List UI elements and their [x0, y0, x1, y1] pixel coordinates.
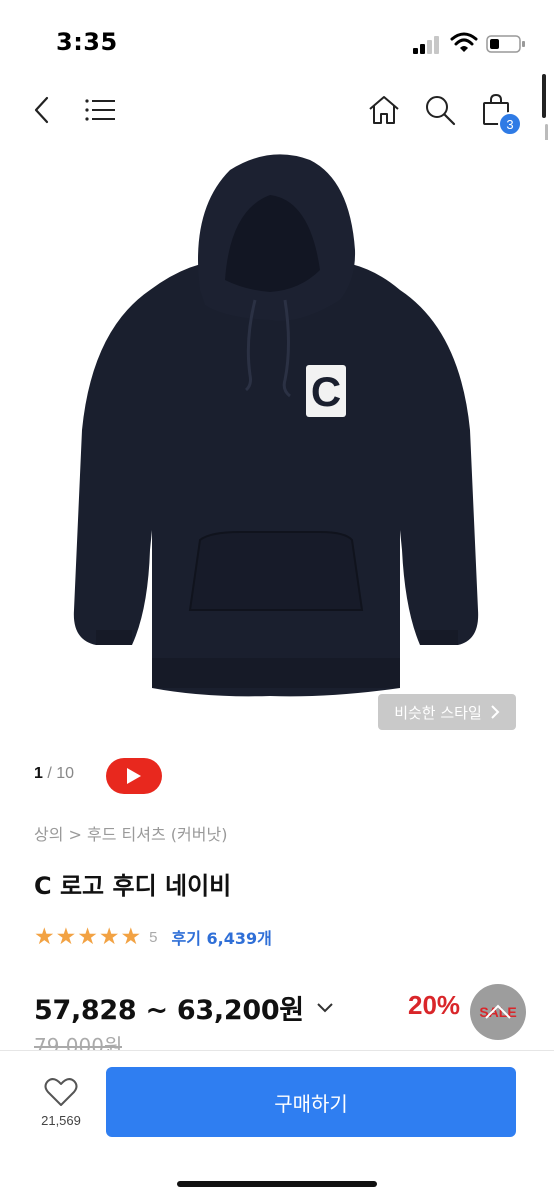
- price-range: 57,828 ~ 63,200원: [34, 995, 304, 1026]
- bottom-action-bar: 21,569 구매하기: [0, 1050, 554, 1200]
- battery-icon: [486, 35, 525, 53]
- product-title: C 로고 후디 네이비: [34, 872, 232, 900]
- chevron-up-icon: [485, 1004, 511, 1019]
- scroll-indicator: [542, 74, 546, 118]
- cart-count-badge: 3: [498, 112, 522, 136]
- rating-value: 5: [149, 928, 158, 946]
- product-image[interactable]: C: [0, 140, 554, 740]
- home-button[interactable]: [364, 90, 404, 130]
- chevron-left-icon: [34, 96, 49, 124]
- list-menu-icon: [85, 99, 115, 121]
- home-icon: [369, 96, 399, 124]
- wifi-icon: [450, 32, 478, 52]
- search-button[interactable]: [420, 90, 460, 130]
- pager-current: 1: [34, 765, 43, 782]
- rating-row: ★ ★ ★ ★ ★ 5 후기 6,439개: [34, 924, 272, 950]
- cellular-signal-icon: [413, 36, 441, 54]
- review-count-link[interactable]: 후기 6,439개: [171, 925, 271, 949]
- original-price: 79,000원: [34, 1034, 123, 1052]
- video-play-button[interactable]: [106, 758, 162, 794]
- like-button[interactable]: 21,569: [30, 1077, 92, 1137]
- price-row[interactable]: 57,828 ~ 63,200원: [34, 988, 334, 1027]
- image-pager: 1 / 10: [34, 765, 74, 783]
- pager-total: 10: [56, 765, 75, 782]
- status-bar: 3:35: [0, 0, 554, 80]
- similar-style-button[interactable]: 비슷한 스타일: [378, 694, 516, 730]
- buy-button[interactable]: 구매하기: [106, 1067, 516, 1137]
- star-icon: ★: [120, 923, 142, 950]
- play-icon: [127, 768, 141, 784]
- chevron-right-icon: [491, 705, 500, 719]
- discount-rate: 20%: [408, 990, 461, 1020]
- similar-style-label: 비슷한 스타일: [394, 703, 482, 722]
- back-button[interactable]: [22, 90, 62, 130]
- cart-button[interactable]: 3: [476, 90, 522, 136]
- chevron-down-icon: [317, 1002, 333, 1012]
- rating-stars: ★ ★ ★ ★ ★: [34, 923, 142, 950]
- breadcrumb[interactable]: 상의 > 후드 티셔츠 (커버낫): [34, 821, 227, 845]
- star-icon: ★: [34, 923, 55, 950]
- heart-icon: [44, 1078, 78, 1106]
- menu-button[interactable]: [80, 90, 120, 130]
- home-indicator: [177, 1181, 377, 1187]
- status-time: 3:35: [56, 28, 118, 56]
- star-icon: ★: [77, 923, 98, 950]
- top-nav: 3: [0, 80, 554, 140]
- pager-separator: /: [42, 765, 57, 782]
- like-count: 21,569: [41, 1113, 81, 1128]
- logo-letter: C: [311, 368, 341, 415]
- scroll-top-button[interactable]: SALE: [470, 984, 526, 1040]
- star-icon: ★: [98, 923, 120, 950]
- hoodie-photo: C: [73, 154, 479, 697]
- price-expand[interactable]: [316, 1002, 334, 1014]
- search-icon: [426, 96, 456, 126]
- star-icon: ★: [55, 923, 77, 950]
